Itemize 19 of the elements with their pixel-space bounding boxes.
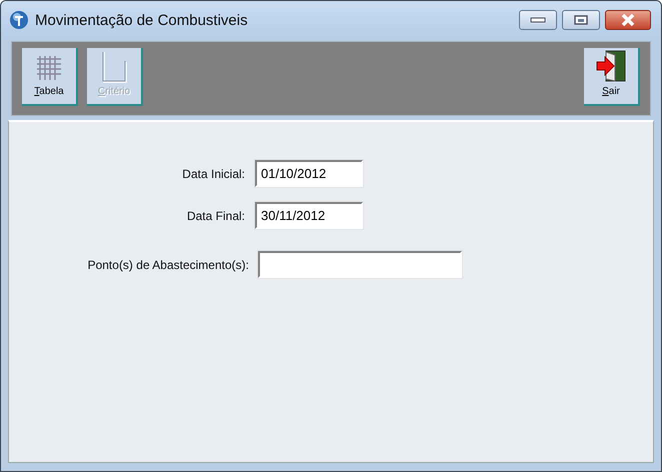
field-label: Data Inicial: (181, 166, 245, 180)
exit-button[interactable]: Sair (584, 48, 640, 106)
app-logo-icon (9, 10, 29, 30)
field-label: Ponto(s) de Abastecimento(s): (86, 258, 249, 272)
grid-icon (36, 55, 62, 81)
maximize-icon (574, 15, 588, 25)
minimize-icon (530, 17, 546, 23)
bracket-icon (101, 51, 127, 83)
date-field[interactable]: 01/10/2012 (255, 160, 363, 187)
minimize-button[interactable] (519, 10, 557, 30)
maximize-button[interactable] (562, 10, 600, 30)
field-label: Data Final: (186, 208, 245, 222)
close-button[interactable] (605, 10, 651, 30)
supply-point-field[interactable] (258, 251, 462, 278)
date-field[interactable]: 30/11/2012 (255, 202, 363, 229)
window-title: Movimentação de Combustiveis (35, 12, 249, 28)
table-button[interactable]: Tabela (22, 48, 78, 106)
close-icon (620, 14, 636, 26)
exit-door-icon (596, 50, 626, 82)
